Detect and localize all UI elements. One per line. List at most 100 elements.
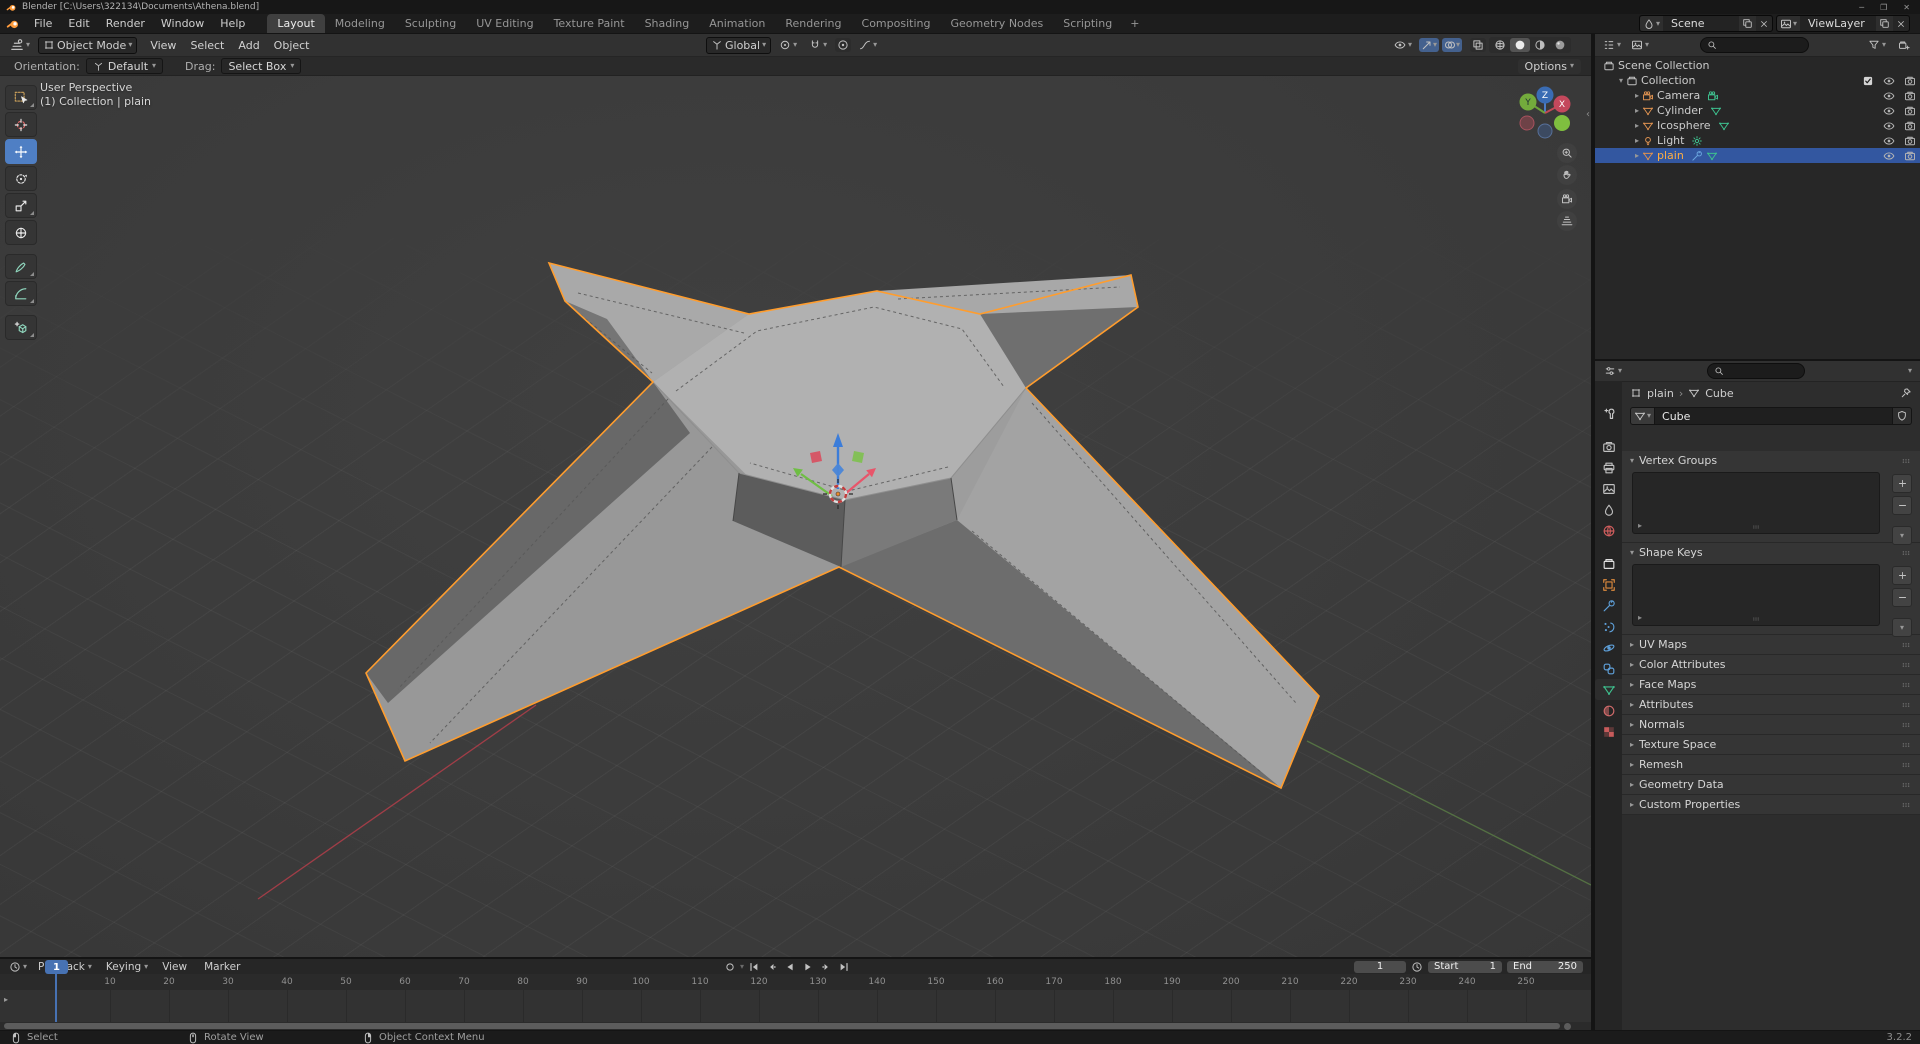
properties-tab-material[interactable] [1595,700,1622,721]
workspace-tab[interactable]: Scripting [1053,14,1122,33]
data-name-field[interactable]: Cube [1655,407,1893,425]
viewlayer-selector[interactable]: ▾ ViewLayer [1775,15,1910,32]
scrollbar-thumb[interactable] [4,1023,1560,1029]
snapping-dropdown[interactable]: ▾ [805,38,831,52]
panel-header[interactable]: ▾ Vertex Groups [1622,451,1920,470]
playhead-line[interactable] [55,974,57,1022]
panel-header[interactable]: ▸ Attributes [1622,695,1920,714]
shading-solid-button[interactable] [1510,38,1530,52]
panel-header[interactable]: ▸ Geometry Data [1622,775,1920,794]
drag-mode-dropdown[interactable]: Select Box ▾ [221,58,302,74]
properties-search-input[interactable] [1707,363,1805,379]
properties-tab-world[interactable] [1595,520,1622,541]
jump-to-start-button[interactable] [746,960,762,973]
editor-type-button[interactable]: ▾ [6,37,34,53]
panel-grip-icon[interactable] [1900,799,1912,811]
hide-eye-icon[interactable] [1883,120,1895,132]
properties-tab-object[interactable] [1595,574,1622,595]
properties-tab-modifiers[interactable] [1595,595,1622,616]
workspace-tab[interactable]: Texture Paint [544,14,635,33]
scene-copy-button[interactable] [1738,16,1756,31]
properties-tab-scene[interactable] [1595,499,1622,520]
window-minimize-button[interactable]: ─ [1859,3,1864,12]
scrollbar-zoom-handle[interactable] [1564,1022,1571,1030]
properties-tab-tool[interactable] [1595,403,1622,424]
current-frame-field[interactable]: 1 [1354,960,1406,973]
expand-caret[interactable]: ▸ [1635,151,1639,160]
viewport-pan-button[interactable] [1557,165,1577,185]
scene-unlink-button[interactable] [1755,16,1772,31]
render-visibility-icon[interactable] [1904,90,1916,102]
specials-menu-button[interactable]: ▾ [1892,618,1912,637]
properties-tab-output[interactable] [1595,457,1622,478]
properties-tab-collection[interactable] [1595,553,1622,574]
properties-tab-particles[interactable] [1595,616,1622,637]
breadcrumb-object[interactable]: plain [1647,387,1674,400]
outliner-row-icosphere[interactable]: ▸ Icosphere [1595,118,1920,133]
topbar-menu-item[interactable]: Window [153,14,212,33]
sidebar-collapse-chevron[interactable]: ‹ [1586,109,1590,120]
shading-material-button[interactable] [1530,38,1550,52]
render-visibility-icon[interactable] [1904,120,1916,132]
panel-grip-icon[interactable] [1900,779,1912,791]
tool-move[interactable] [5,139,37,164]
render-visibility-icon[interactable] [1904,135,1916,147]
falloff-dropdown[interactable]: ▾ [855,38,881,52]
breadcrumb-data[interactable]: Cube [1705,387,1733,400]
panel-grip-icon[interactable] [1900,679,1912,691]
pivot-point-dropdown[interactable]: ▾ [775,38,801,52]
viewlayer-copy-button[interactable] [1876,16,1893,31]
expand-caret[interactable]: ▸ [1635,106,1639,115]
timeline-scrollbar[interactable] [0,1022,1591,1030]
panel-grip-icon[interactable] [1900,659,1912,671]
panel-header[interactable]: ▸ Color Attributes [1622,655,1920,674]
add-item-button[interactable] [1892,474,1912,493]
workspace-tab[interactable]: UV Editing [466,14,543,33]
hide-eye-icon[interactable] [1883,135,1895,147]
panel-header[interactable]: ▸ Custom Properties [1622,795,1920,814]
window-maximize-button[interactable]: ❐ [1880,3,1887,12]
outliner-row-light[interactable]: ▸ Light [1595,133,1920,148]
window-close-button[interactable]: ✕ [1903,3,1910,12]
channel-expander[interactable]: ▸ [4,995,8,1004]
fake-user-button[interactable] [1893,407,1912,425]
options-button[interactable]: Options ▾ [1517,58,1581,74]
viewport-menu-item[interactable]: Object [267,39,317,52]
empty-list-box[interactable]: ▸ [1632,472,1880,534]
add-workspace-button[interactable]: + [1122,17,1147,30]
workspace-tab[interactable]: Rendering [775,14,851,33]
next-keyframe-button[interactable] [818,960,834,973]
timeline-menu-item[interactable]: Marker [197,961,250,973]
panel-grip-icon[interactable] [1900,455,1912,467]
remove-item-button[interactable] [1892,496,1912,515]
panel-grip-icon[interactable] [1900,719,1912,731]
play-reverse-button[interactable] [782,960,798,973]
panel-header[interactable]: ▾ Shape Keys [1622,543,1920,562]
workspace-tab[interactable]: Modeling [325,14,395,33]
collection-checkbox[interactable] [1862,75,1874,87]
add-item-button[interactable] [1892,566,1912,585]
mode-dropdown[interactable]: Object Mode ▾ [38,36,138,54]
properties-tab-physics[interactable] [1595,637,1622,658]
overlays-toggle[interactable]: ▾ [1441,38,1462,52]
mesh-browse-dropdown[interactable]: ▾ [1630,407,1656,425]
workspace-tab[interactable]: Shading [635,14,700,33]
properties-options-chevron[interactable]: ▾ [1908,367,1912,375]
record-button[interactable] [722,960,738,973]
properties-tab-render[interactable] [1595,436,1622,457]
specials-menu-button[interactable]: ▾ [1892,526,1912,545]
workspace-tab[interactable]: Compositing [852,14,941,33]
outliner-display-mode-button[interactable]: ▾ [1627,38,1653,52]
viewport-camera-button[interactable] [1557,189,1577,209]
expand-caret[interactable]: ▸ [1635,91,1639,100]
tool-select-box[interactable] [5,85,37,110]
properties-tab-texture[interactable] [1595,721,1622,742]
play-button[interactable] [800,960,816,973]
viewport-ortho-button[interactable] [1557,211,1577,231]
tool-scale[interactable] [5,193,37,218]
viewport-menu-item[interactable]: View [143,39,183,52]
panel-grip-icon[interactable] [1900,639,1912,651]
xray-toggle[interactable] [1470,38,1486,52]
workspace-tab[interactable]: Sculpting [395,14,466,33]
outliner-row-plain[interactable]: ▸ plain [1595,148,1920,163]
